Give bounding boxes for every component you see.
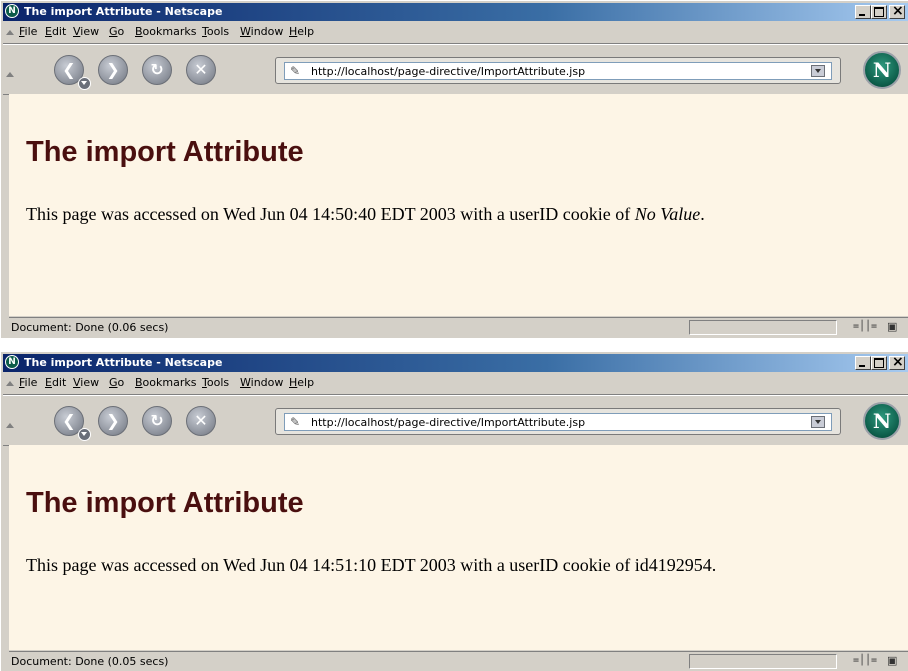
url-bar: ✎ http://localhost/page-directive/Import… <box>275 408 841 435</box>
stop-button[interactable]: ✕ <box>186 406 216 436</box>
window-title: The import Attribute - Netscape <box>24 5 223 18</box>
stop-icon: ✕ <box>194 411 208 430</box>
sentence-end: . <box>711 555 717 575</box>
url-input[interactable]: ✎ http://localhost/page-directive/Import… <box>284 413 832 431</box>
status-bar: Document: Done (0.05 secs) =││= ▣ <box>9 651 908 671</box>
cookie-value: No Value <box>634 204 701 224</box>
netscape-icon: N <box>5 355 19 369</box>
page-content: The import Attribute This page was acces… <box>9 445 908 650</box>
menu-bar: File Edit View Go Bookmarks Tools Window… <box>3 22 908 42</box>
menu-bar: File Edit View Go Bookmarks Tools Window… <box>3 373 908 393</box>
menu-help[interactable]: Help <box>289 25 314 38</box>
url-history-dropdown[interactable] <box>811 416 825 428</box>
collapse-toolbar-icon[interactable] <box>6 30 14 35</box>
status-text: Document: Done (0.05 secs) <box>11 655 169 668</box>
stop-button[interactable]: ✕ <box>186 55 216 85</box>
menu-window[interactable]: Window <box>240 25 283 38</box>
menu-file[interactable]: File <box>19 25 37 38</box>
reload-button[interactable]: ↻ <box>142 55 172 85</box>
cookie-value: id4192954 <box>634 555 712 575</box>
back-arrow-icon: ❮ <box>62 60 76 79</box>
back-arrow-icon: ❮ <box>62 411 76 430</box>
menu-bookmarks[interactable]: Bookmarks <box>135 376 196 389</box>
progress-panel <box>689 654 837 669</box>
netscape-icon: N <box>5 4 19 18</box>
page-text: This page was accessed on Wed Jun 04 14:… <box>26 204 705 225</box>
browser-window-1: N The import Attribute - Netscape File E… <box>0 0 908 338</box>
url-input[interactable]: ✎ http://localhost/page-directive/Import… <box>284 62 832 80</box>
url-text[interactable]: http://localhost/page-directive/ImportAt… <box>311 416 585 429</box>
lock-icon[interactable]: ▣ <box>887 654 899 668</box>
close-button[interactable] <box>889 354 905 370</box>
forward-arrow-icon: ❯ <box>106 411 120 430</box>
netscape-logo[interactable]: N <box>863 402 901 440</box>
window-title: The import Attribute - Netscape <box>24 356 223 369</box>
back-history-dropdown[interactable] <box>78 428 91 441</box>
access-info-text: This page was accessed on Wed Jun 04 14:… <box>26 204 635 224</box>
minimize-button[interactable] <box>855 356 871 370</box>
title-bar[interactable]: N The import Attribute - Netscape <box>3 3 908 21</box>
page-heading: The import Attribute <box>26 136 304 168</box>
sentence-end: . <box>700 204 705 224</box>
collapse-toolbar-icon[interactable] <box>6 72 14 77</box>
url-text[interactable]: http://localhost/page-directive/ImportAt… <box>311 65 585 78</box>
collapse-toolbar-icon[interactable] <box>6 423 14 428</box>
menu-help[interactable]: Help <box>289 376 314 389</box>
navigation-toolbar: ❮ ❯ ↻ ✕ ✎ http://localhost/page-directiv… <box>3 394 908 446</box>
menu-window[interactable]: Window <box>240 376 283 389</box>
menu-go[interactable]: Go <box>109 25 124 38</box>
menu-view[interactable]: View <box>73 25 99 38</box>
maximize-button[interactable] <box>871 5 887 19</box>
forward-arrow-icon: ❯ <box>106 60 120 79</box>
url-bar: ✎ http://localhost/page-directive/Import… <box>275 57 841 84</box>
back-history-dropdown[interactable] <box>78 77 91 90</box>
page-icon[interactable]: ✎ <box>290 415 304 429</box>
menu-edit[interactable]: Edit <box>45 25 66 38</box>
minimize-button[interactable] <box>855 5 871 19</box>
collapse-toolbar-icon[interactable] <box>6 381 14 386</box>
lock-icon[interactable]: ▣ <box>887 320 899 334</box>
menu-tools[interactable]: Tools <box>202 376 229 389</box>
menu-edit[interactable]: Edit <box>45 376 66 389</box>
netscape-logo[interactable]: N <box>863 51 901 89</box>
browser-window-2: N The import Attribute - Netscape File E… <box>0 351 908 671</box>
reload-button[interactable]: ↻ <box>142 406 172 436</box>
stop-icon: ✕ <box>194 60 208 79</box>
progress-panel <box>689 320 837 335</box>
access-info-text: This page was accessed on Wed Jun 04 14:… <box>26 555 635 575</box>
menu-bookmarks[interactable]: Bookmarks <box>135 25 196 38</box>
menu-file[interactable]: File <box>19 376 37 389</box>
forward-button[interactable]: ❯ <box>98 55 128 85</box>
reload-icon: ↻ <box>150 60 164 79</box>
page-heading: The import Attribute <box>26 487 304 519</box>
page-icon[interactable]: ✎ <box>290 64 304 78</box>
menu-tools[interactable]: Tools <box>202 25 229 38</box>
page-text: This page was accessed on Wed Jun 04 14:… <box>26 555 716 576</box>
page-content: The import Attribute This page was acces… <box>9 94 908 316</box>
forward-button[interactable]: ❯ <box>98 406 128 436</box>
connection-icon[interactable]: =││= <box>853 654 877 668</box>
maximize-button[interactable] <box>871 356 887 370</box>
connection-icon[interactable]: =││= <box>853 320 877 334</box>
status-bar: Document: Done (0.06 secs) =││= ▣ <box>9 317 908 338</box>
navigation-toolbar: ❮ ❯ ↻ ✕ ✎ http://localhost/page-directiv… <box>3 43 908 95</box>
close-button[interactable] <box>889 3 905 19</box>
url-history-dropdown[interactable] <box>811 65 825 77</box>
title-bar[interactable]: N The import Attribute - Netscape <box>3 354 908 372</box>
status-text: Document: Done (0.06 secs) <box>11 321 169 334</box>
reload-icon: ↻ <box>150 411 164 430</box>
menu-go[interactable]: Go <box>109 376 124 389</box>
menu-view[interactable]: View <box>73 376 99 389</box>
